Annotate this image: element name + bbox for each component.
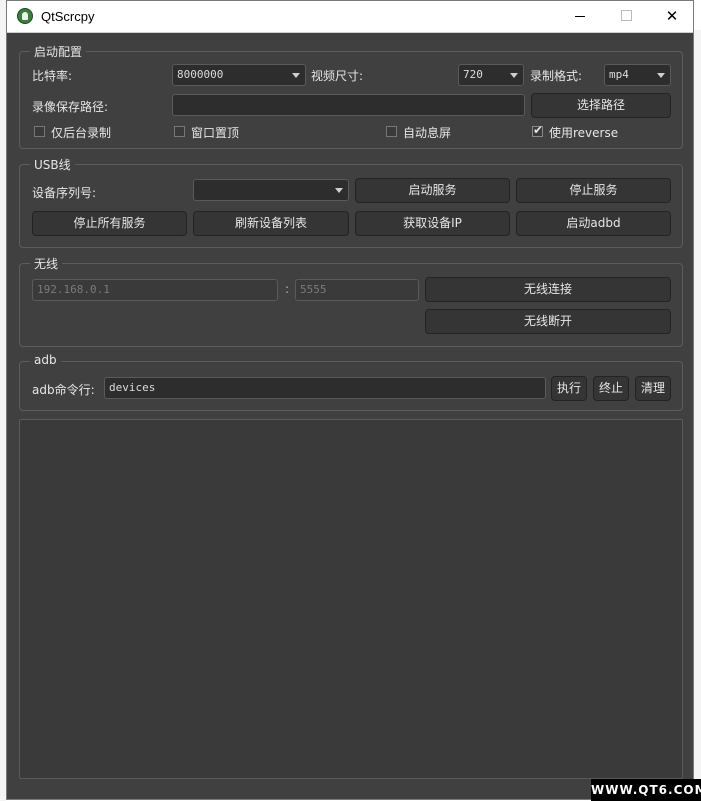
maximize-button[interactable] xyxy=(603,1,649,32)
window-on-top-checkbox[interactable] xyxy=(174,126,185,137)
window-on-top-label: 窗口置顶 xyxy=(191,126,240,140)
execute-button[interactable]: 执行 xyxy=(551,376,587,401)
device-serial-label: 设备序列号: xyxy=(32,186,97,200)
use-reverse-label: 使用reverse xyxy=(549,126,619,140)
use-reverse-checkbox[interactable]: ✔ xyxy=(532,123,544,137)
record-path-label: 录像保存路径: xyxy=(32,100,109,114)
stop-service-button[interactable]: 停止服务 xyxy=(516,178,671,203)
wireless-group: 无线 192.168.0.1 : 5555 无线连接 无线断开 xyxy=(19,255,683,347)
start-adbd-button[interactable]: 启动adbd xyxy=(516,211,671,236)
bitrate-combo[interactable]: 8000000 xyxy=(172,64,306,86)
maximize-icon xyxy=(620,10,632,21)
android-app-icon xyxy=(17,8,33,24)
stop-all-services-button[interactable]: 停止所有服务 xyxy=(32,211,187,236)
video-size-label: 视频尺寸: xyxy=(311,69,364,83)
video-size-combo[interactable]: 720 xyxy=(458,64,524,86)
close-icon: ✕ xyxy=(665,7,679,25)
checkmark-icon: ✔ xyxy=(533,123,544,137)
chevron-down-icon xyxy=(292,73,300,78)
minimize-button[interactable] xyxy=(557,1,603,32)
port-placeholder: 5555 xyxy=(300,283,327,296)
wireless-connect-button[interactable]: 无线连接 xyxy=(425,277,671,302)
select-path-button[interactable]: 选择路径 xyxy=(531,93,671,118)
ip-port-separator: : xyxy=(285,282,290,296)
startup-config-group: 启动配置 比特率: 8000000 视频尺寸: 720 录制格式: mp4 录像… xyxy=(19,43,683,149)
window-title: QtScrcpy xyxy=(41,9,95,24)
wireless-disconnect-button[interactable]: 无线断开 xyxy=(425,309,671,334)
startup-config-title: 启动配置 xyxy=(30,43,87,60)
adb-command-label: adb命令行: xyxy=(32,383,95,397)
record-format-value: mp4 xyxy=(609,68,629,81)
title-bar[interactable]: QtScrcpy ✕ xyxy=(7,1,693,33)
minimize-icon xyxy=(575,16,585,17)
watermark-text: WWW.QT6.COM xyxy=(591,779,701,801)
output-log-area[interactable] xyxy=(19,419,683,779)
port-input[interactable]: 5555 xyxy=(295,279,419,301)
wireless-group-title: 无线 xyxy=(30,255,63,272)
background-record-checkbox[interactable] xyxy=(34,126,45,137)
ip-address-placeholder: 192.168.0.1 xyxy=(37,283,110,296)
video-size-value: 720 xyxy=(463,68,483,81)
adb-command-input[interactable]: devices xyxy=(104,377,546,399)
usb-group-title: USB线 xyxy=(30,156,75,173)
record-format-label: 录制格式: xyxy=(530,69,583,83)
device-serial-combo[interactable] xyxy=(193,179,349,201)
record-format-combo[interactable]: mp4 xyxy=(604,64,671,86)
adb-group-title: adb xyxy=(30,353,61,367)
auto-screen-off-checkbox[interactable] xyxy=(386,126,397,137)
refresh-devices-button[interactable]: 刷新设备列表 xyxy=(193,211,349,236)
bitrate-label: 比特率: xyxy=(32,69,73,83)
close-button[interactable]: ✕ xyxy=(649,1,695,32)
clear-button[interactable]: 清理 xyxy=(635,376,671,401)
adb-command-value: devices xyxy=(109,381,156,394)
chevron-down-icon xyxy=(657,73,665,78)
background-record-label: 仅后台录制 xyxy=(51,126,112,140)
adb-group: adb adb命令行: devices 执行 终止 清理 xyxy=(19,353,683,411)
ip-address-input[interactable]: 192.168.0.1 xyxy=(32,279,278,301)
start-service-button[interactable]: 启动服务 xyxy=(355,178,510,203)
get-device-ip-button[interactable]: 获取设备IP xyxy=(355,211,510,236)
chevron-down-icon xyxy=(335,188,343,193)
terminate-button[interactable]: 终止 xyxy=(593,376,629,401)
chevron-down-icon xyxy=(510,73,518,78)
qtscrcpy-window: QtScrcpy ✕ 启动配置 比特率: 8000000 视频尺寸: 720 录… xyxy=(6,0,694,800)
auto-screen-off-label: 自动息屏 xyxy=(403,126,452,140)
usb-group: USB线 设备序列号: 启动服务 停止服务 停止所有服务 刷新设备列表 获取设备… xyxy=(19,156,683,248)
background-app-right-edge xyxy=(694,30,701,780)
bitrate-value: 8000000 xyxy=(177,68,224,81)
record-path-input[interactable] xyxy=(172,94,525,116)
